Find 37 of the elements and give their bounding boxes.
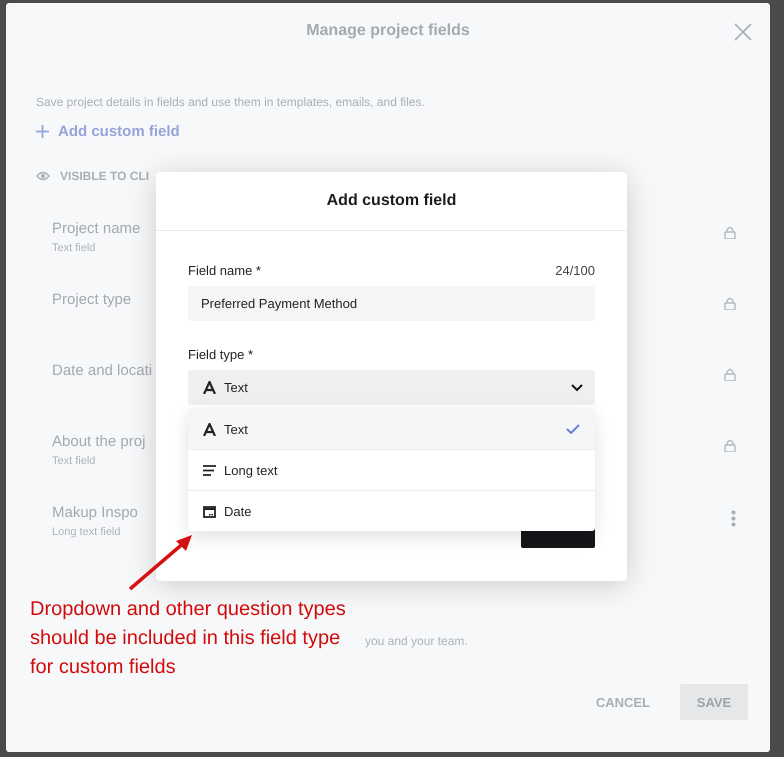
- lock-icon: [724, 368, 736, 381]
- field-type: Text field: [52, 242, 96, 254]
- check-icon: [566, 424, 580, 434]
- field-type: Long text field: [52, 526, 122, 538]
- eye-icon: [36, 171, 50, 181]
- annotation-text: Dropdown and other question types should be included in this field type for custom fields: [30, 597, 347, 680]
- letter-a-icon: [203, 381, 216, 394]
- plus-icon: [36, 125, 49, 138]
- select-value: Text: [224, 380, 249, 395]
- description: Save project details in fields and use them in templates, emails, and files.: [36, 95, 426, 109]
- calendar-icon: [203, 504, 216, 518]
- lines-icon: [203, 464, 216, 476]
- name-input[interactable]: Preferred Payment Method: [188, 286, 595, 321]
- field-label: Field name *: [188, 263, 261, 278]
- letter-a-icon: [203, 422, 216, 436]
- footer-note: you and your team.: [365, 634, 469, 648]
- field-name: Project name: [52, 220, 140, 237]
- field-name: Date and locati: [52, 362, 152, 379]
- dropdown-option[interactable]: Date: [188, 490, 595, 531]
- section-label: VISIBLE TO CLI: [60, 169, 150, 183]
- field-name: About the proj: [52, 433, 146, 450]
- modal-title: Manage project fields: [306, 22, 470, 40]
- dialog-title: Add custom field: [156, 172, 627, 231]
- close-icon: [734, 23, 752, 41]
- field-label: Field type *: [188, 347, 254, 362]
- character-counter: 24/100: [555, 263, 595, 278]
- field-name: Project type: [52, 291, 132, 308]
- field-type: Text field: [52, 455, 96, 467]
- lock-icon: [724, 297, 736, 310]
- type-select[interactable]: Text: [188, 370, 595, 405]
- chevron-down-icon: [571, 384, 583, 392]
- dropdown-option[interactable]: Text: [188, 409, 595, 449]
- field-name: Makup Inspo: [52, 504, 138, 521]
- dropdown-option[interactable]: Long text: [188, 449, 595, 490]
- lock-icon: [724, 439, 736, 452]
- more-icon: [731, 510, 736, 527]
- lock-icon: [724, 226, 736, 239]
